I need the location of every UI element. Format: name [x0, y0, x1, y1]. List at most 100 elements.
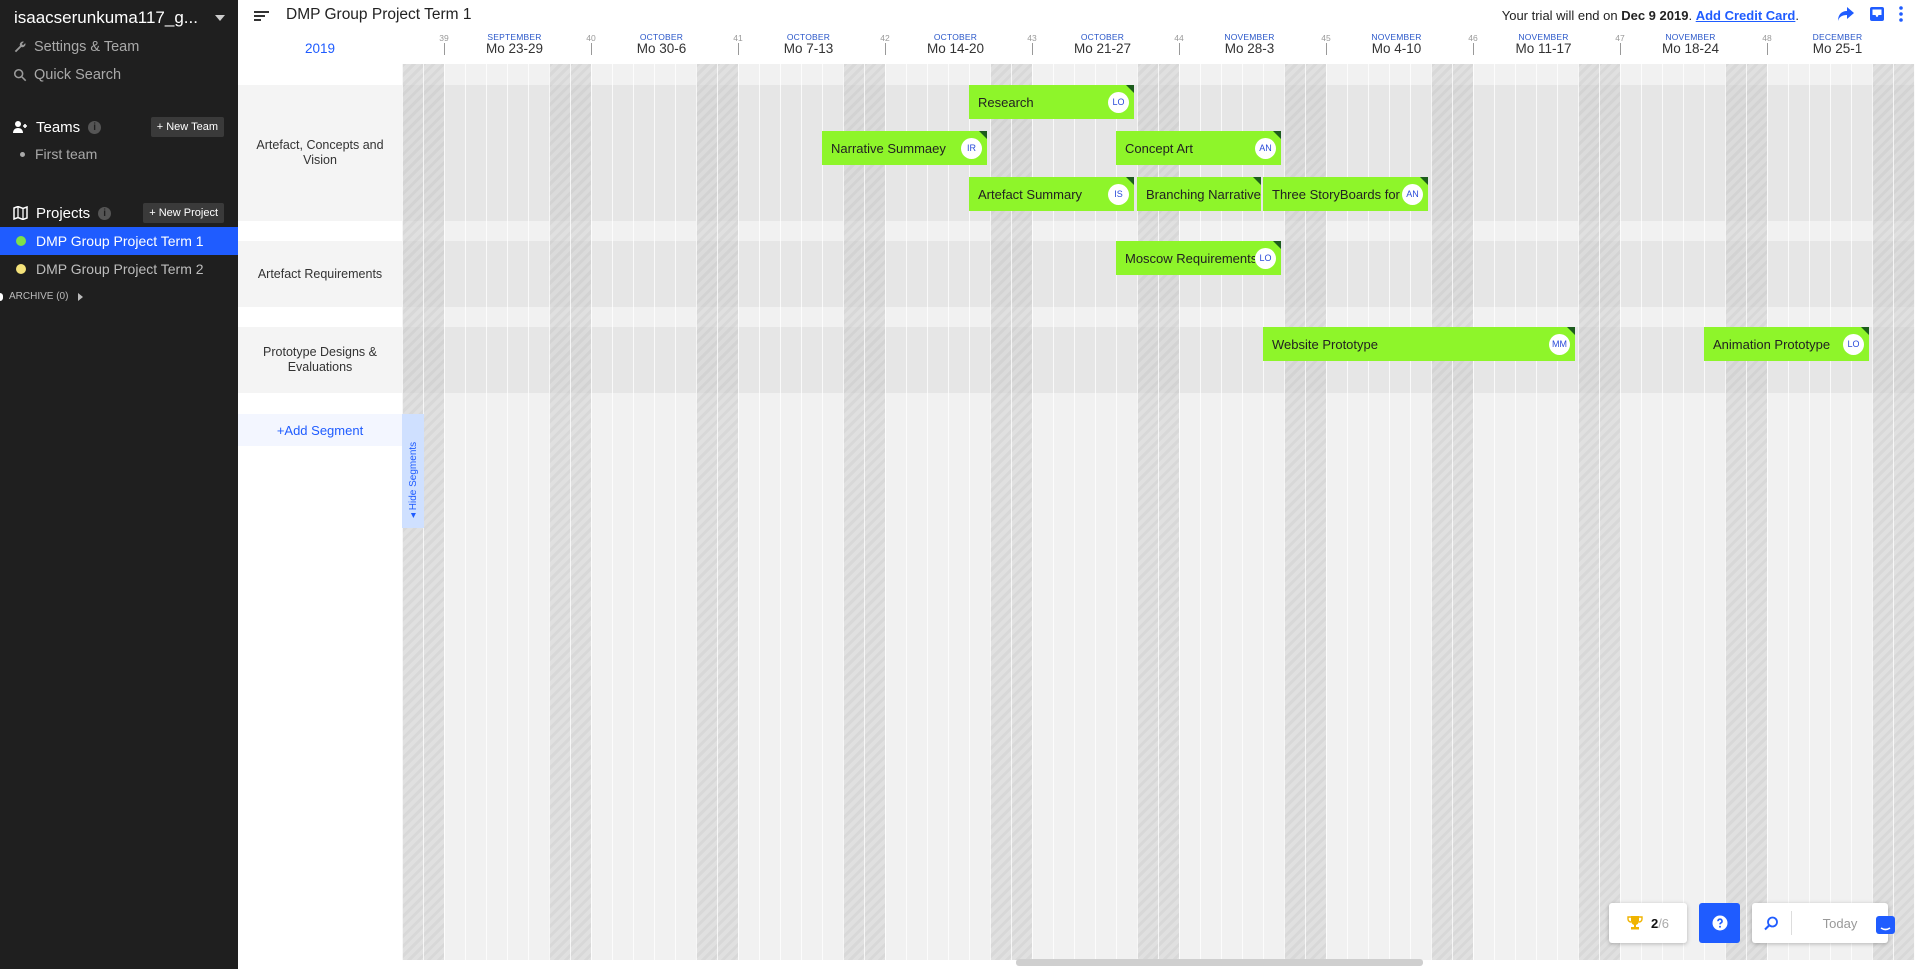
- week-number: 46: [1468, 33, 1478, 43]
- task-concept-art[interactable]: Concept Art AN: [1116, 131, 1281, 165]
- day-gridline: [528, 64, 529, 960]
- task-name: Artefact Summary: [978, 186, 1083, 202]
- inbox-icon[interactable]: [1869, 6, 1885, 22]
- task-branching-narrative[interactable]: Branching Narrative: [1137, 177, 1261, 211]
- task-moscow-requirements[interactable]: Moscow Requirements LO: [1116, 241, 1281, 275]
- task-three-storyboards[interactable]: Three StoryBoards for AN: [1263, 177, 1428, 211]
- more-vertical-icon[interactable]: [1899, 6, 1903, 22]
- trial-suffix: .: [1795, 8, 1799, 23]
- avatar[interactable]: LO: [1843, 333, 1864, 355]
- week-number: 41: [733, 33, 743, 43]
- info-icon[interactable]: i: [98, 206, 112, 220]
- sidebar: isaacserunkuma117_g... Settings & Team Q…: [0, 0, 238, 969]
- day-gridline: [1830, 64, 1831, 960]
- project-item-term-1[interactable]: DMP Group Project Term 1: [0, 227, 238, 255]
- archive-toggle[interactable]: ARCHIVE (0): [0, 291, 84, 302]
- team-item-first-team[interactable]: First team: [20, 146, 97, 162]
- week-range[interactable]: Mo 30-6: [637, 41, 687, 56]
- help-button[interactable]: [1699, 903, 1740, 943]
- header-actions: [1837, 6, 1903, 22]
- day-gridline: [591, 64, 592, 960]
- question-icon: [1712, 915, 1727, 931]
- week-range[interactable]: Mo 18-24: [1662, 41, 1719, 56]
- week-range[interactable]: Mo 28-3: [1225, 41, 1275, 56]
- day-gridline: [885, 64, 886, 960]
- add-segment-button[interactable]: +Add Segment: [238, 414, 402, 446]
- account-name: isaacserunkuma117_g...: [14, 8, 198, 27]
- week-range[interactable]: Mo 14-20: [927, 41, 984, 56]
- avatar[interactable]: IS: [1108, 183, 1129, 205]
- new-team-button[interactable]: + New Team: [150, 117, 224, 137]
- zoom-icon: [1764, 916, 1778, 930]
- week-tick: [1620, 43, 1621, 55]
- avatar[interactable]: AN: [1255, 137, 1276, 159]
- teams-label: Teams: [36, 118, 81, 136]
- avatar[interactable]: LO: [1255, 247, 1276, 269]
- day-gridline: [1683, 64, 1684, 960]
- week-header: 39 SEPTEMBER Mo 23-29 40 OCTOBER Mo 30-6 41 OCT…: [0, 31, 1915, 61]
- day-gridline: [1431, 64, 1432, 960]
- quick-search-link[interactable]: Quick Search: [13, 67, 121, 83]
- week-range[interactable]: Mo 7-13: [784, 41, 834, 56]
- week-range[interactable]: Mo 11-17: [1515, 41, 1571, 56]
- add-credit-card-link[interactable]: Add Credit Card: [1696, 8, 1796, 23]
- segment-prototype-designs[interactable]: Prototype Designs & Evaluations: [238, 327, 402, 393]
- map-icon: [13, 206, 28, 220]
- archive-label: ARCHIVE (0): [9, 291, 69, 302]
- task-research[interactable]: Research LO: [969, 85, 1134, 119]
- project-item-term-2[interactable]: DMP Group Project Term 2: [0, 255, 238, 283]
- day-gridline: [948, 64, 949, 960]
- trial-date: Dec 9 2019: [1621, 8, 1689, 23]
- day-gridline: [864, 64, 865, 960]
- avatar[interactable]: LO: [1108, 91, 1129, 113]
- progress-badge[interactable]: 2/6: [1609, 903, 1687, 943]
- week-tick: [1767, 43, 1768, 55]
- week-range[interactable]: Mo 25-1: [1813, 41, 1863, 56]
- avatar[interactable]: AN: [1402, 183, 1423, 205]
- task-name: Moscow Requirements: [1125, 250, 1255, 266]
- day-gridline: [1620, 64, 1621, 960]
- chat-icon[interactable]: [1871, 913, 1901, 939]
- week-range[interactable]: Mo 21-27: [1074, 41, 1131, 56]
- task-name: Concept Art: [1125, 140, 1193, 156]
- day-gridline: [570, 64, 571, 960]
- avatar[interactable]: IR: [961, 137, 982, 159]
- week-range[interactable]: Mo 23-29: [486, 41, 543, 56]
- week-range[interactable]: Mo 4-10: [1372, 41, 1422, 56]
- project-name: DMP Group Project Term 2: [36, 261, 204, 277]
- segment-artefact-requirements[interactable]: Artefact Requirements: [238, 241, 402, 307]
- day-gridline: [507, 64, 508, 960]
- task-corner-marker: [979, 131, 987, 139]
- day-gridline: [1809, 64, 1810, 960]
- day-gridline: [1599, 64, 1600, 960]
- task-artefact-summary[interactable]: Artefact Summary IS: [969, 177, 1134, 211]
- edge-marker: [0, 292, 3, 301]
- task-name: Branching Narrative: [1146, 186, 1261, 202]
- day-gridline: [654, 64, 655, 960]
- avatar[interactable]: MM: [1549, 333, 1570, 355]
- menu-icon[interactable]: [254, 9, 270, 23]
- share-icon[interactable]: [1837, 6, 1855, 22]
- task-animation-prototype[interactable]: Animation Prototype LO: [1704, 327, 1869, 361]
- day-gridline: [1452, 64, 1453, 960]
- trial-notice: Your trial will end on Dec 9 2019. Add C…: [1502, 8, 1799, 23]
- info-icon[interactable]: i: [88, 120, 102, 134]
- day-gridline: [1851, 64, 1852, 960]
- task-corner-marker: [1253, 177, 1261, 185]
- day-gridline: [549, 64, 550, 960]
- new-project-button[interactable]: + New Project: [143, 203, 224, 223]
- hide-segments-button[interactable]: ◂ Hide Segments: [402, 414, 424, 528]
- task-website-prototype[interactable]: Website Prototype MM: [1263, 327, 1575, 361]
- segment-artefact-concepts[interactable]: Artefact, Concepts and Vision: [238, 85, 402, 221]
- task-narrative-summaey[interactable]: Narrative Summaey IR: [822, 131, 987, 165]
- account-switcher[interactable]: isaacserunkuma117_g...: [14, 7, 229, 29]
- zoom-button[interactable]: [1752, 911, 1792, 935]
- task-corner-marker: [1126, 177, 1134, 185]
- day-gridline: [465, 64, 466, 960]
- day-gridline: [843, 64, 844, 960]
- week-number: 43: [1027, 33, 1037, 43]
- day-gridline: [1893, 64, 1894, 960]
- week-number: 42: [880, 33, 890, 43]
- task-corner-marker: [1273, 241, 1281, 249]
- horizontal-scrollbar[interactable]: [1016, 959, 1423, 966]
